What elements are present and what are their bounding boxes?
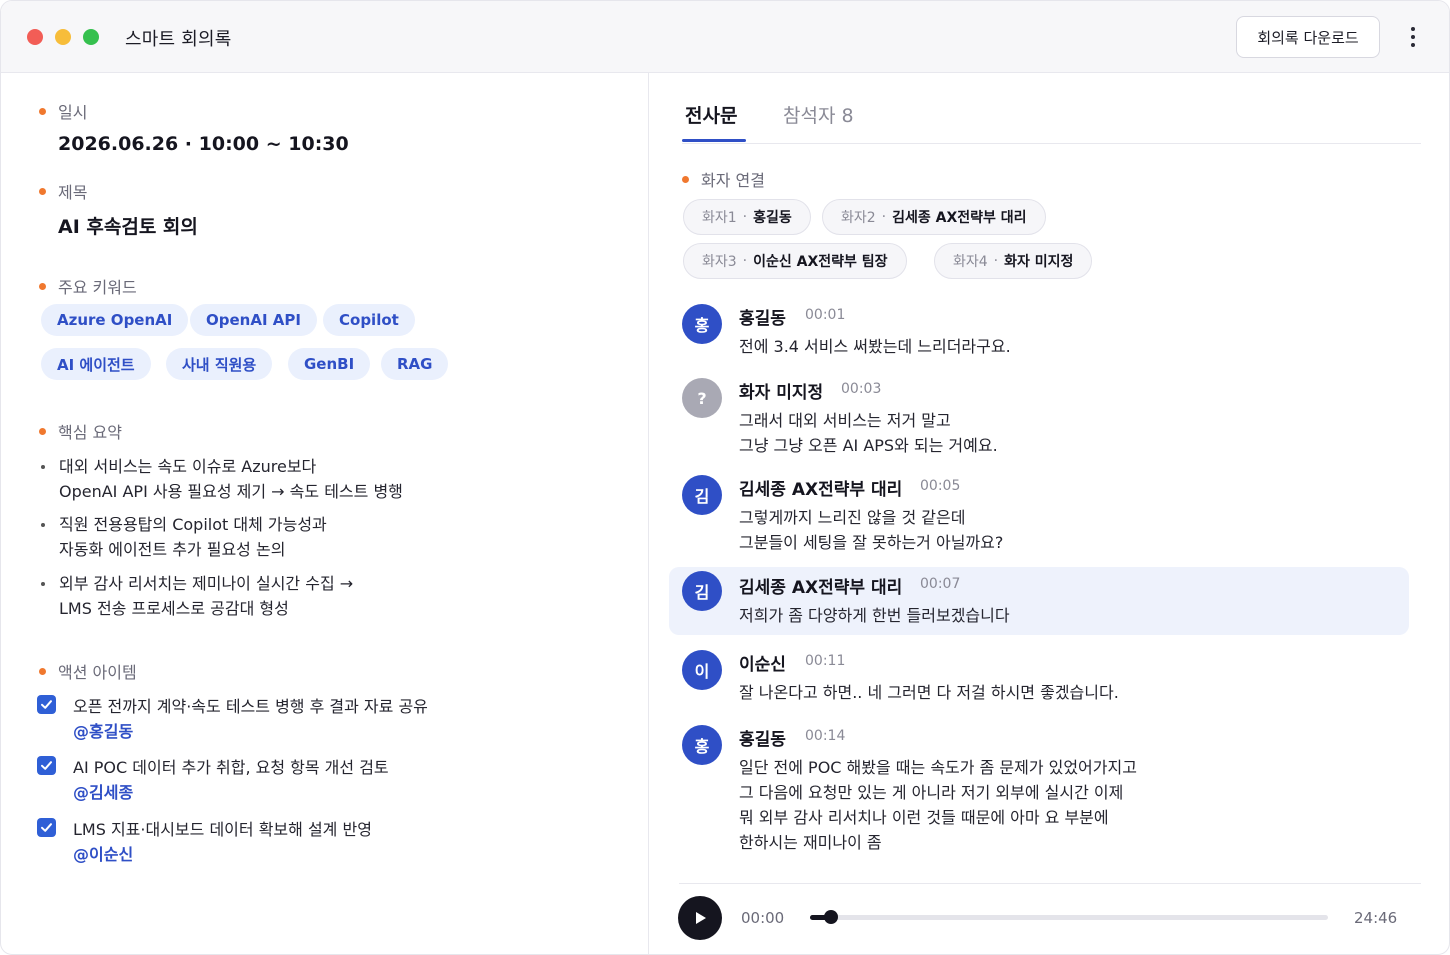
transcript-entry[interactable]: 김 김세종 AX전략부 대리 00:05 그렇게까지 느리진 않을 것 같은데 … [669, 472, 1409, 556]
transcript-line: 전에 3.4 서비스 써봤는데 느리더라구요. [739, 337, 1011, 356]
transcript-line: 한하시는 재미나이 좀 [739, 833, 882, 852]
keyword-chip[interactable]: GenBI [288, 348, 371, 380]
speaker-chip[interactable]: 화자3 · 이순신 AX전략부 팀장 [683, 243, 907, 279]
action-text: 오픈 전까지 계약·속도 테스트 병행 후 결과 자료 공유 [73, 697, 428, 716]
meeting-date: 2026.06.26 · 10:00 ~ 10:30 [58, 133, 349, 155]
keyword-chip[interactable]: RAG [381, 348, 449, 380]
download-minutes-button[interactable]: 회의록 다운로드 [1236, 16, 1380, 58]
speaker-chip[interactable]: 화자4 · 화자 미지정 [934, 243, 1093, 279]
keyword-chip[interactable]: Copilot [323, 304, 415, 336]
speaker-name: 이순신 [739, 655, 786, 675]
speaker-chip[interactable]: 화자1 · 홍길동 [683, 199, 811, 235]
summary-label: 핵심 요약 [39, 419, 122, 443]
action-text: AI POC 데이터 추가 취합, 요청 항목 개선 검토 [73, 758, 389, 777]
play-button[interactable] [678, 896, 722, 940]
timestamp[interactable]: 00:07 [920, 576, 960, 592]
active-tab-indicator [682, 139, 746, 142]
speaker-avatar: 이 [682, 650, 722, 690]
transcript-line: 일단 전에 POC 해봤을 때는 속도가 좀 문제가 있었어가지고 [739, 758, 1137, 777]
timestamp[interactable]: 00:05 [920, 478, 960, 494]
speaker-avatar: 홍 [682, 725, 722, 765]
action-assignee[interactable]: @홍길동 [73, 718, 133, 742]
speaker-name: 김세종 AX전략부 대리 [739, 578, 903, 598]
transcript-panel: 전사문 참석자 8 화자 연결 화자1 · 홍길동 화자2 · 김세종 AX전략부 대리… [649, 73, 1449, 954]
more-options-icon[interactable] [1401, 23, 1425, 51]
keywords-label: 주요 키워드 [39, 274, 137, 298]
speaker-avatar: 김 [682, 571, 722, 611]
title-label: 제목 [39, 179, 87, 203]
meeting-summary-panel: 일시 2026.06.26 · 10:00 ~ 10:30 제목 AI 후속검토… [1, 73, 649, 954]
tab-divider [682, 143, 1421, 144]
timestamp[interactable]: 00:14 [805, 728, 845, 744]
transcript-entry-active[interactable]: 김 김세종 AX전략부 대리 00:07 저희가 좀 다양하게 한번 들러보겠습… [669, 567, 1409, 635]
speaker-name: 홍길동 [739, 309, 786, 329]
check-icon [41, 761, 52, 770]
transcript-line: 그 다음에 요청만 있는 게 아니라 저기 외부에 실시간 이제 [739, 783, 1124, 802]
title-bar: 스마트 회의록 회의록 다운로드 [1, 1, 1449, 73]
transcript-line: 잘 나온다고 하면.. 네 그러면 다 저걸 하시면 좋겠습니다. [739, 683, 1119, 702]
total-duration: 24:46 [1354, 909, 1398, 927]
tab-transcript[interactable]: 전사문 [685, 101, 737, 128]
transcript-line: 저희가 좀 다양하게 한번 들러보겠습니다 [739, 606, 1010, 625]
transcript-entry[interactable]: ? 화자 미지정 00:03 그래서 대외 서비스는 저거 말고 그냥 그냥 오… [669, 375, 1409, 459]
speaker-avatar: 홍 [682, 304, 722, 344]
timestamp[interactable]: 00:03 [841, 381, 881, 397]
keyword-chip[interactable]: Azure OpenAI [41, 304, 189, 336]
action-checkbox[interactable] [37, 695, 56, 714]
speaker-link-label: 화자 연결 [682, 167, 765, 191]
transcript-entry[interactable]: 이 이순신 00:11 잘 나온다고 하면.. 네 그러면 다 저걸 하시면 좋… [669, 647, 1409, 707]
action-assignee[interactable]: @이순신 [73, 841, 133, 865]
keyword-chip[interactable]: OpenAI API [190, 304, 317, 336]
tab-participants[interactable]: 참석자 8 [783, 101, 854, 128]
seek-bar[interactable] [810, 910, 1328, 924]
maximize-window-button[interactable] [83, 29, 99, 45]
app-title: 스마트 회의록 [125, 29, 232, 50]
speaker-avatar: 김 [682, 475, 722, 515]
check-icon [41, 700, 52, 709]
keyword-chip[interactable]: AI 에이전트 [41, 348, 151, 380]
timestamp[interactable]: 00:11 [805, 653, 845, 669]
app-window: 스마트 회의록 회의록 다운로드 일시 2026.06.26 · 10:00 ~… [0, 0, 1450, 955]
timestamp[interactable]: 00:01 [805, 307, 845, 323]
transcript-line: 그냥 그냥 오픈 AI APS와 되는 거예요. [739, 436, 998, 455]
transcript-line: 그분들이 세팅을 잘 못하는거 아닐까요? [739, 533, 1004, 552]
transcript-line: 그렇게까지 느리진 않을 것 같은데 [739, 508, 966, 527]
keyword-chip[interactable]: 사내 직원용 [166, 348, 273, 380]
player-divider [679, 883, 1421, 884]
speaker-name: 김세종 AX전략부 대리 [739, 480, 903, 500]
check-icon [41, 823, 52, 832]
play-icon [696, 912, 706, 924]
speaker-avatar: ? [682, 378, 722, 418]
transcript-entry[interactable]: 홍 홍길동 00:14 일단 전에 POC 해봤을 때는 속도가 좀 문제가 있… [669, 722, 1409, 857]
transcript-line: 뭐 외부 감사 리서치나 이런 것들 때문에 아마 요 부분에 [739, 808, 1109, 827]
action-text: LMS 지표·대시보드 데이터 확보해 설계 반영 [73, 820, 372, 839]
speaker-chip[interactable]: 화자2 · 김세종 AX전략부 대리 [822, 199, 1046, 235]
speaker-name: 홍길동 [739, 730, 786, 750]
speaker-name: 화자 미지정 [739, 383, 824, 403]
current-time: 00:00 [741, 909, 785, 927]
close-window-button[interactable] [27, 29, 43, 45]
action-assignee[interactable]: @김세종 [73, 779, 133, 803]
transcript-entry[interactable]: 홍 홍길동 00:01 전에 3.4 서비스 써봤는데 느리더라구요. [669, 301, 1409, 361]
action-checkbox[interactable] [37, 756, 56, 775]
date-label: 일시 [39, 99, 87, 123]
action-checkbox[interactable] [37, 818, 56, 837]
seek-handle[interactable] [823, 910, 838, 924]
actions-label: 액션 아이템 [39, 659, 137, 683]
minimize-window-button[interactable] [55, 29, 71, 45]
transcript-line: 그래서 대외 서비스는 저거 말고 [739, 411, 951, 430]
meeting-title: AI 후속검토 회의 [58, 216, 198, 238]
